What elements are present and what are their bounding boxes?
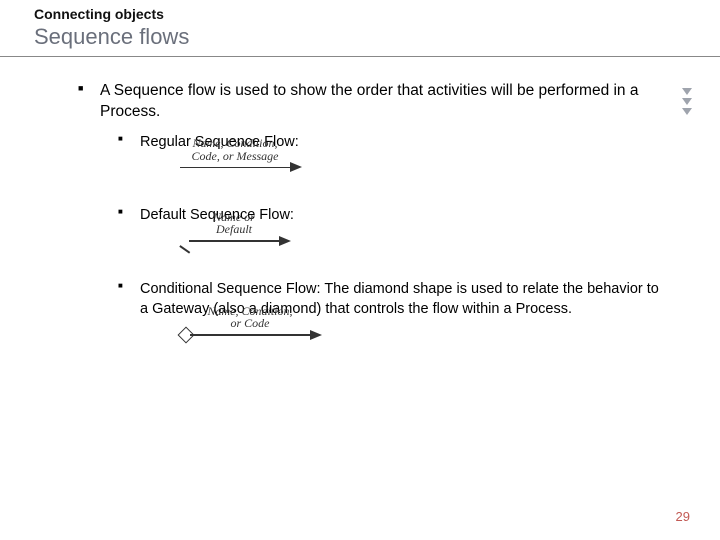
arrow-label-line2: Default bbox=[189, 223, 279, 236]
item-regular: Regular Sequence Flow: Name, Condition, … bbox=[118, 133, 660, 173]
arrow-label-line2: or Code bbox=[190, 317, 310, 330]
arrow-label-line2: Code, or Message bbox=[180, 150, 290, 163]
arrow: Name, Condition, Code, or Message bbox=[180, 162, 660, 172]
arrow: Name or Default bbox=[180, 236, 660, 246]
bullet-level-1: A Sequence flow is used to show the orde… bbox=[78, 81, 660, 341]
page-number: 29 bbox=[676, 509, 690, 524]
arrow-shaft bbox=[189, 240, 279, 242]
arrow-label-line1: Name, Condition, bbox=[180, 137, 290, 150]
arrow-head-icon bbox=[310, 330, 322, 340]
intro-text: A Sequence flow is used to show the orde… bbox=[100, 82, 638, 120]
decor-triangles bbox=[682, 88, 692, 115]
arrow-shaft bbox=[180, 167, 290, 169]
bullet-level-2: Regular Sequence Flow: Name, Condition, … bbox=[100, 133, 660, 341]
arrow-shaft-wrap: Name, Condition, Code, or Message bbox=[180, 167, 290, 169]
content: A Sequence flow is used to show the orde… bbox=[0, 57, 720, 341]
conditional-flow-diagram: Name, Condition, or Code bbox=[180, 329, 660, 341]
arrow-head-icon bbox=[290, 162, 302, 172]
item-conditional: Conditional Sequence Flow: The diamond s… bbox=[118, 280, 660, 341]
triangle-down-icon bbox=[682, 98, 692, 105]
supertitle: Connecting objects bbox=[34, 6, 720, 22]
intro-bullet: A Sequence flow is used to show the orde… bbox=[78, 81, 660, 341]
item-default: Default Sequence Flow: Name or Default bbox=[118, 206, 660, 246]
default-flow-diagram: Name or Default bbox=[180, 236, 660, 246]
arrow-label: Name or Default bbox=[189, 211, 279, 236]
triangle-down-icon bbox=[682, 108, 692, 115]
triangle-down-icon bbox=[682, 88, 692, 95]
arrow-label: Name, Condition, Code, or Message bbox=[180, 137, 290, 162]
page-title: Sequence flows bbox=[34, 24, 720, 50]
arrow-head-icon bbox=[279, 236, 291, 246]
arrow-shaft-wrap: Name or Default bbox=[189, 240, 279, 242]
arrow-shaft-wrap: Name, Condition, or Code bbox=[190, 334, 310, 336]
regular-flow-diagram: Name, Condition, Code, or Message bbox=[180, 162, 660, 172]
arrow: Name, Condition, or Code bbox=[180, 329, 660, 341]
arrow-shaft bbox=[190, 334, 310, 336]
slide: Connecting objects Sequence flows A Sequ… bbox=[0, 0, 720, 540]
arrow-label: Name, Condition, or Code bbox=[190, 305, 310, 330]
slide-header: Connecting objects Sequence flows bbox=[0, 0, 720, 50]
